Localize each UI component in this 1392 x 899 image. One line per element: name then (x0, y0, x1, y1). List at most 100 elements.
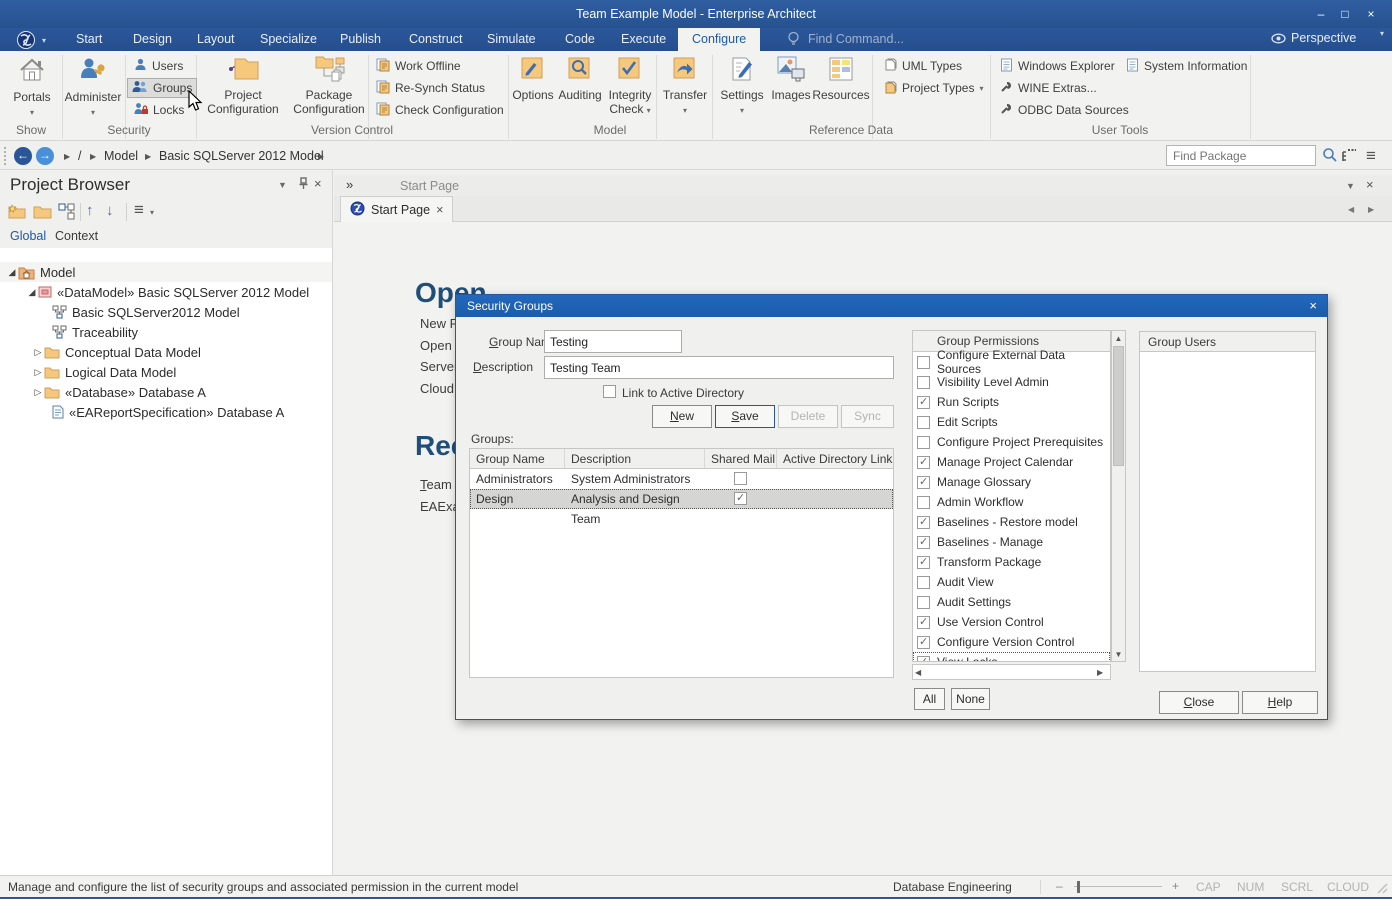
column-header[interactable]: Shared Mail (705, 449, 777, 469)
move-down-icon[interactable]: ↓ (106, 202, 114, 219)
browser-menu-icon[interactable]: ≡ (134, 200, 144, 220)
zoom-in-button[interactable]: + (1172, 879, 1179, 893)
permission-item[interactable]: Admin Workflow (913, 492, 1110, 512)
tree-item-diagram[interactable]: Traceability (0, 322, 332, 342)
tree-item-diagram[interactable]: Basic SQLServer2012 Model (0, 302, 332, 322)
permission-checkbox[interactable] (917, 516, 930, 529)
all-button[interactable]: All (914, 688, 945, 710)
move-up-icon[interactable]: ↑ (86, 202, 94, 219)
tab-configure[interactable]: Configure (678, 28, 760, 51)
permissions-horizontal-scrollbar[interactable]: ◀ ▶ (912, 664, 1111, 680)
tree-item-document[interactable]: «EAReportSpecification» Database A (0, 402, 332, 422)
scroll-down-icon[interactable]: ▼ (1112, 650, 1125, 659)
close-doc-icon[interactable]: × (1366, 177, 1374, 192)
administer-button[interactable]: Administer▾ (64, 55, 122, 121)
locks-button[interactable]: Locks (130, 101, 194, 119)
dialog-title-bar[interactable]: Security Groups × (456, 295, 1327, 317)
shared-mail-checkbox[interactable] (734, 492, 747, 505)
new-button[interactable]: New (652, 405, 712, 428)
save-button[interactable]: Save (715, 405, 775, 428)
scroll-lock-indicator[interactable]: SCRL (1281, 880, 1313, 894)
permission-item[interactable]: Use Version Control (913, 612, 1110, 632)
tree-item-folder[interactable]: ▷ «Database» Database A (0, 382, 332, 402)
permission-item[interactable]: Configure Project Prerequisites (913, 432, 1110, 452)
transfer-button[interactable]: Transfer▾ (659, 55, 711, 121)
groups-button[interactable]: Groups (128, 79, 196, 97)
permission-checkbox[interactable] (917, 436, 930, 449)
status-context[interactable]: Database Engineering (893, 880, 1012, 894)
column-header[interactable]: Group Name (470, 449, 565, 469)
perspective-caret-icon[interactable]: ▾ (1380, 29, 1384, 38)
zoom-out-button[interactable]: – (1056, 879, 1063, 893)
panel-menu-caret-icon[interactable]: ▼ (278, 180, 287, 190)
close-panel-icon[interactable]: × (314, 176, 322, 191)
minimize-button[interactable]: – (1310, 6, 1332, 22)
caps-lock-indicator[interactable]: CAP (1196, 880, 1221, 894)
permission-checkbox[interactable] (917, 476, 930, 489)
permission-item[interactable]: Visibility Level Admin (913, 372, 1110, 392)
num-lock-indicator[interactable]: NUM (1237, 880, 1264, 894)
find-command-box[interactable]: Find Command... (808, 32, 904, 46)
zoom-slider-thumb[interactable] (1077, 881, 1080, 893)
app-logo-icon[interactable] (16, 30, 38, 53)
toolbar-grip[interactable] (4, 147, 6, 165)
cloud-indicator[interactable]: CLOUD (1327, 880, 1369, 894)
hamburger-menu-icon[interactable]: ≡ (1366, 146, 1376, 166)
permission-item[interactable]: Baselines - Restore model (913, 512, 1110, 532)
resources-button[interactable]: Resources (812, 55, 870, 121)
close-button[interactable]: × (1360, 6, 1382, 22)
permission-checkbox[interactable] (917, 356, 930, 369)
tab-simulate[interactable]: Simulate (473, 28, 550, 51)
users-button[interactable]: Users (130, 57, 194, 75)
description-input[interactable] (544, 356, 894, 379)
permissions-vertical-scrollbar[interactable]: ▲ ▼ (1111, 330, 1126, 662)
permission-item[interactable]: Audit Settings (913, 592, 1110, 612)
tab-start[interactable]: Start (62, 28, 116, 51)
search-icon[interactable] (1322, 147, 1338, 166)
project-configuration-button[interactable]: Project Configuration (198, 55, 288, 121)
start-page-link[interactable]: Server (420, 359, 458, 374)
permission-item[interactable]: Configure External Data Sources (913, 352, 1110, 372)
permission-item[interactable]: Audit View (913, 572, 1110, 592)
tab-code[interactable]: Code (551, 28, 609, 51)
images-button[interactable]: Images (769, 55, 813, 121)
tab-specialize[interactable]: Specialize (246, 28, 331, 51)
sync-button[interactable]: Sync (841, 405, 894, 428)
package-configuration-button[interactable]: Package Configuration (290, 55, 368, 121)
new-package-icon[interactable] (8, 204, 27, 223)
permission-checkbox[interactable] (917, 496, 930, 509)
windows-explorer-button[interactable]: Windows Explorer (996, 57, 1119, 75)
dialog-close-icon[interactable]: × (1309, 295, 1317, 317)
group-users-header[interactable]: Group Users (1140, 332, 1315, 352)
permission-item[interactable]: Baselines - Manage (913, 532, 1110, 552)
system-information-button[interactable]: System Information (1122, 57, 1251, 75)
permission-checkbox[interactable] (917, 456, 930, 469)
permission-item[interactable]: Transform Package (913, 552, 1110, 572)
perspective-button[interactable]: Perspective (1291, 31, 1356, 45)
column-header[interactable]: Active Directory Link (777, 449, 893, 469)
resize-grip[interactable] (1376, 882, 1388, 897)
tree-item-folder[interactable]: ▷ Logical Data Model (0, 362, 332, 382)
column-header[interactable]: Description (565, 449, 705, 469)
scroll-left-icon[interactable]: ◀ (915, 668, 921, 677)
app-menu-caret-icon[interactable]: ▾ (42, 36, 46, 45)
table-row-selected[interactable]: Design Analysis and Design Team (470, 489, 893, 509)
permission-item[interactable]: Manage Project Calendar (913, 452, 1110, 472)
close-tab-icon[interactable]: × (436, 203, 443, 217)
maximize-button[interactable]: □ (1334, 6, 1356, 22)
tab-start-page[interactable]: Start Page × (340, 196, 453, 222)
permission-checkbox[interactable] (917, 636, 930, 649)
doc-menu-caret-icon[interactable]: ▼ (1346, 181, 1355, 191)
close-dialog-button[interactable]: Close (1159, 691, 1239, 714)
permission-checkbox[interactable] (917, 576, 930, 589)
resynch-status-button[interactable]: Re-Synch Status (372, 79, 489, 97)
permission-checkbox[interactable] (917, 396, 930, 409)
tab-design[interactable]: Design (119, 28, 186, 51)
tab-layout[interactable]: Layout (183, 28, 249, 51)
permission-item[interactable]: Configure Version Control (913, 632, 1110, 652)
collapsed-icon[interactable]: ▷ (32, 387, 44, 398)
find-package-input[interactable] (1166, 145, 1316, 166)
scrollbar-thumb[interactable] (1113, 346, 1124, 466)
expanded-icon[interactable]: ◢ (6, 267, 18, 278)
delete-button[interactable]: Delete (778, 405, 838, 428)
